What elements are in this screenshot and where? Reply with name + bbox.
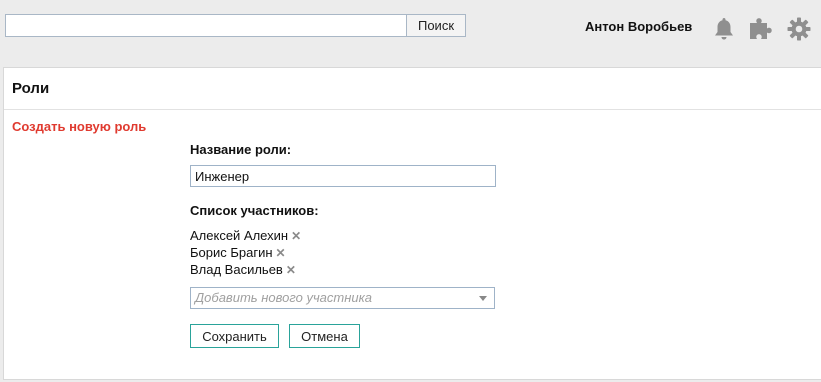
page-title: Роли xyxy=(12,80,50,97)
user-name[interactable]: Антон Воробьев xyxy=(585,19,692,34)
add-member-select[interactable]: Добавить нового участника xyxy=(190,287,495,309)
cancel-button[interactable]: Отмена xyxy=(289,324,360,348)
member-name: Влад Васильев xyxy=(190,262,283,277)
members-list: Алексей Алехин ✕ Борис Брагин ✕ Влад Васил… xyxy=(190,227,301,278)
member-item: Влад Васильев ✕ xyxy=(190,261,301,278)
members-label: Список участников: xyxy=(190,203,319,218)
roles-panel: Роли Создать новую роль Название роли: С… xyxy=(3,67,821,380)
role-name-input[interactable] xyxy=(190,165,496,187)
save-button[interactable]: Сохранить xyxy=(190,324,279,348)
remove-member-icon[interactable]: ✕ xyxy=(276,245,286,262)
bell-icon[interactable] xyxy=(711,16,737,42)
panel-header: Роли xyxy=(4,68,821,110)
member-item: Алексей Алехин ✕ xyxy=(190,227,301,244)
search-input[interactable] xyxy=(5,14,413,37)
member-item: Борис Брагин ✕ xyxy=(190,244,301,261)
member-name: Борис Брагин xyxy=(190,245,273,260)
search-button[interactable]: Поиск xyxy=(406,14,466,37)
role-name-label: Название роли: xyxy=(190,142,292,157)
member-name: Алексей Алехин xyxy=(190,228,289,243)
create-role-link[interactable]: Создать новую роль xyxy=(12,119,146,134)
add-member-placeholder: Добавить нового участника xyxy=(195,290,372,305)
top-bar: Поиск Антон Воробьев xyxy=(0,0,821,60)
chevron-down-icon xyxy=(479,296,487,301)
puzzle-icon[interactable] xyxy=(748,16,774,42)
gear-icon[interactable] xyxy=(786,16,812,42)
remove-member-icon[interactable]: ✕ xyxy=(286,262,296,279)
remove-member-icon[interactable]: ✕ xyxy=(291,228,301,245)
